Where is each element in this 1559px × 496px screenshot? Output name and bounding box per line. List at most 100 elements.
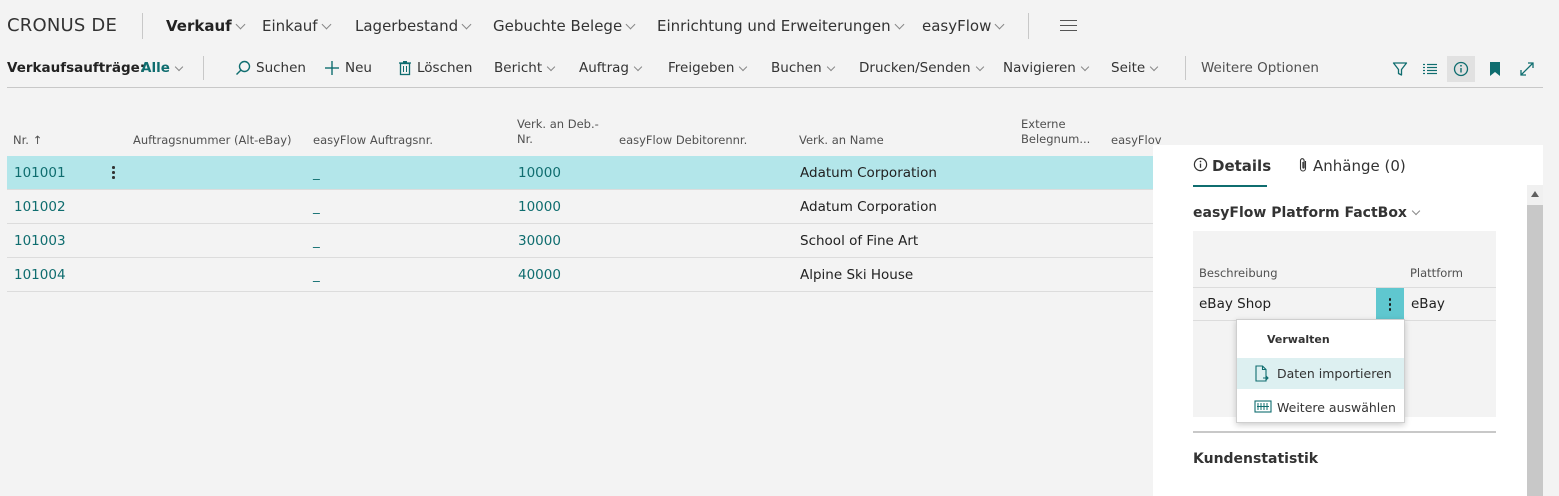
nav-einkauf[interactable]: Einkauf bbox=[262, 17, 332, 35]
chevron-down-icon bbox=[739, 62, 748, 72]
nav-verkauf[interactable]: Verkauf bbox=[166, 17, 246, 35]
platform-name: eBay bbox=[1411, 296, 1445, 312]
row-actions-icon[interactable] bbox=[107, 161, 119, 183]
column-header-plattform[interactable]: Plattform bbox=[1410, 266, 1463, 280]
menu-buchen[interactable]: Buchen bbox=[771, 60, 835, 76]
easyflow-auftragsnr-link[interactable]: _ bbox=[313, 267, 320, 283]
list-item[interactable]: eBay Shop eBay bbox=[1193, 287, 1496, 321]
bookmark-button[interactable] bbox=[1481, 56, 1509, 82]
bookmark-icon bbox=[1490, 62, 1500, 76]
chevron-down-icon bbox=[174, 62, 184, 72]
table-row[interactable]: 101004 _ 40000 Alpine Ski House bbox=[7, 258, 1153, 292]
scroll-up-icon[interactable] bbox=[1531, 191, 1539, 197]
chevron-down-icon bbox=[235, 19, 246, 30]
kundenstatistik-title[interactable]: Kundenstatistik bbox=[1193, 451, 1318, 467]
column-header-deb-nr[interactable]: Verk. an Deb.- Nr. bbox=[517, 117, 599, 147]
easyflow-auftragsnr-link[interactable]: _ bbox=[313, 233, 320, 249]
row-actions-icon[interactable] bbox=[1376, 288, 1404, 320]
info-icon bbox=[1453, 61, 1469, 77]
scrollbar-thumb[interactable] bbox=[1527, 205, 1543, 496]
menu-item-label: Daten importieren bbox=[1277, 366, 1392, 381]
menu-item-weitere-auswaehlen[interactable]: Weitere auswählen bbox=[1237, 392, 1404, 423]
import-document-icon bbox=[1255, 365, 1269, 382]
filter-icon bbox=[1392, 62, 1408, 76]
company-name[interactable]: CRONUS DE bbox=[7, 15, 117, 36]
nav-divider bbox=[142, 13, 143, 39]
order-number-link[interactable]: 101004 bbox=[14, 267, 66, 283]
chevron-down-icon bbox=[625, 19, 636, 30]
tab-details[interactable]: Details bbox=[1193, 157, 1271, 175]
chevron-down-icon bbox=[546, 62, 556, 72]
chevron-down-icon bbox=[1080, 62, 1090, 72]
customer-number-link[interactable]: 10000 bbox=[518, 199, 561, 215]
active-tab-indicator bbox=[1193, 185, 1267, 187]
paperclip-icon bbox=[1299, 157, 1307, 172]
expand-icon bbox=[1520, 62, 1534, 76]
nav-gebuchte-belege[interactable]: Gebuchte Belege bbox=[493, 17, 636, 35]
filter-pane-button[interactable] bbox=[1386, 56, 1414, 82]
chevron-down-icon bbox=[894, 19, 905, 30]
menu-bericht[interactable]: Bericht bbox=[494, 60, 556, 76]
platform-description: eBay Shop bbox=[1199, 296, 1272, 312]
expand-button[interactable] bbox=[1513, 56, 1541, 82]
factbox-scrollbar[interactable] bbox=[1527, 185, 1543, 496]
chevron-down-icon bbox=[994, 19, 1005, 30]
action-divider bbox=[1185, 56, 1186, 80]
menu-header: Verwalten bbox=[1267, 333, 1330, 346]
easyflow-auftragsnr-link[interactable]: _ bbox=[313, 165, 320, 181]
chevron-down-icon bbox=[1411, 206, 1421, 216]
menu-item-daten-importieren[interactable]: Daten importieren bbox=[1237, 358, 1404, 389]
customer-name: School of Fine Art bbox=[800, 233, 919, 249]
column-header-easyflow-auftragsnr[interactable]: easyFlow Auftragsnr. bbox=[313, 133, 433, 148]
chevron-down-icon bbox=[321, 19, 332, 30]
column-header-externe-belegnummer[interactable]: Externe Belegnum... bbox=[1021, 117, 1090, 147]
view-filter-dropdown[interactable]: Alle bbox=[141, 60, 184, 76]
column-header-beschreibung[interactable]: Beschreibung bbox=[1199, 266, 1278, 280]
trash-icon bbox=[399, 61, 411, 76]
column-header-easyflow-debitor[interactable]: easyFlow Debitorennr. bbox=[619, 133, 747, 148]
order-number-link[interactable]: 101003 bbox=[14, 233, 66, 249]
plus-icon bbox=[325, 61, 339, 75]
chevron-down-icon bbox=[1149, 62, 1159, 72]
info-icon bbox=[1193, 157, 1208, 172]
factbox-section-title[interactable]: easyFlow Platform FactBox bbox=[1193, 205, 1421, 221]
column-header-auftragsnummer[interactable]: Auftragsnummer (Alt-eBay) bbox=[133, 133, 292, 148]
search-icon bbox=[236, 60, 251, 75]
factbox-toggle-button[interactable] bbox=[1447, 56, 1475, 82]
menu-freigeben[interactable]: Freigeben bbox=[668, 60, 748, 76]
menu-navigieren[interactable]: Navigieren bbox=[1003, 60, 1090, 76]
order-number-link[interactable]: 101002 bbox=[14, 199, 66, 215]
delete-button[interactable]: Löschen bbox=[398, 60, 472, 76]
nav-easyflow[interactable]: easyFlow bbox=[922, 17, 1005, 35]
column-header-name[interactable]: Verk. an Name bbox=[799, 133, 884, 148]
more-options-button[interactable]: Weitere Optionen bbox=[1201, 60, 1319, 76]
column-header-nr[interactable]: Nr. ↑ bbox=[13, 133, 42, 148]
table-row[interactable]: 101001 _ 10000 Adatum Corporation bbox=[7, 156, 1153, 190]
menu-seite[interactable]: Seite bbox=[1111, 60, 1159, 76]
easyflow-auftragsnr-link[interactable]: _ bbox=[313, 199, 320, 215]
menu-auftrag[interactable]: Auftrag bbox=[579, 60, 643, 76]
list-view-button[interactable] bbox=[1416, 56, 1444, 82]
chevron-down-icon bbox=[826, 62, 835, 72]
hamburger-menu-icon[interactable] bbox=[1060, 20, 1077, 31]
list-icon bbox=[1423, 63, 1437, 75]
table-row[interactable]: 101002 _ 10000 Adatum Corporation bbox=[7, 190, 1153, 224]
customer-number-link[interactable]: 40000 bbox=[518, 267, 561, 283]
customer-number-link[interactable]: 10000 bbox=[518, 165, 561, 181]
search-button[interactable]: Suchen bbox=[235, 60, 306, 76]
top-navigation: CRONUS DE Verkauf Einkauf Lagerbestand G… bbox=[0, 0, 1559, 52]
context-menu: Verwalten Daten importieren Weitere ausw… bbox=[1236, 319, 1405, 423]
tab-attachments[interactable]: Anhänge (0) bbox=[1297, 157, 1406, 175]
customer-name: Adatum Corporation bbox=[800, 165, 937, 181]
select-more-icon bbox=[1254, 400, 1272, 413]
page-title: Verkaufsaufträge: bbox=[7, 60, 146, 76]
customer-number-link[interactable]: 30000 bbox=[518, 233, 561, 249]
order-number-link[interactable]: 101001 bbox=[14, 165, 66, 181]
nav-lagerbestand[interactable]: Lagerbestand bbox=[355, 17, 472, 35]
table-row[interactable]: 101003 _ 30000 School of Fine Art bbox=[7, 224, 1153, 258]
nav-einrichtung[interactable]: Einrichtung und Erweiterungen bbox=[657, 17, 905, 35]
new-button[interactable]: Neu bbox=[324, 60, 372, 76]
nav-divider bbox=[1028, 13, 1029, 39]
menu-drucken-senden[interactable]: Drucken/Senden bbox=[859, 60, 984, 76]
customer-name: Adatum Corporation bbox=[800, 199, 937, 215]
